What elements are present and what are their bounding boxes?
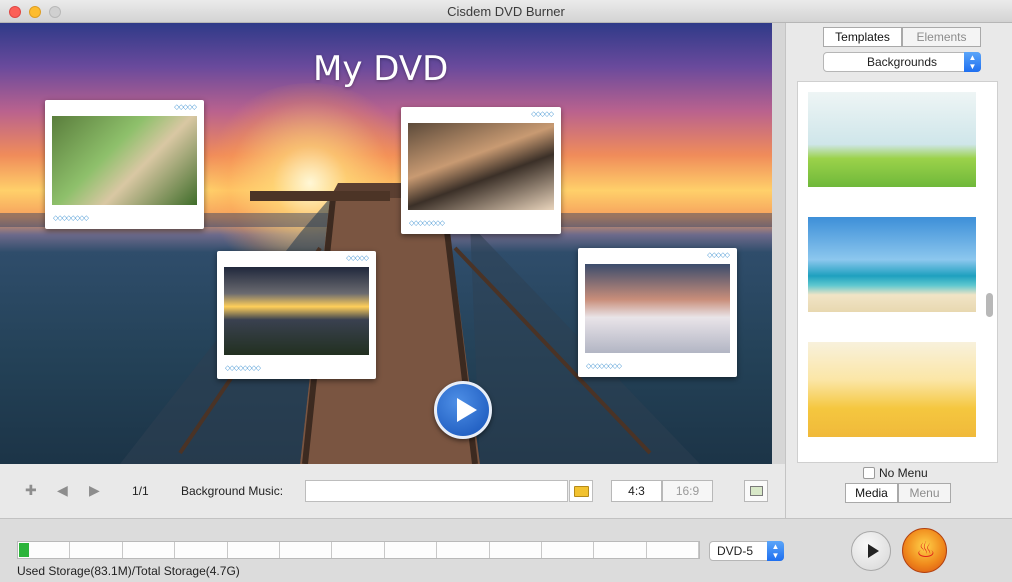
tab-elements[interactable]: Elements (902, 27, 981, 47)
browse-music-button[interactable] (569, 480, 593, 502)
frame-ornament: ◇◇◇◇◇ (174, 104, 197, 111)
frame-ornament: ◇◇◇◇◇ (346, 255, 369, 262)
right-panel: Templates Elements Backgrounds ▲ ▼ No Men… (785, 23, 1012, 518)
background-thumbnail-autumn[interactable] (808, 342, 976, 437)
title-bar: Cisdem DVD Burner (0, 0, 1012, 23)
add-media-button[interactable] (744, 480, 768, 502)
frame-caption: ◇◇◇◇◇◇◇◇ (409, 220, 445, 227)
background-music-label: Background Music: (181, 484, 284, 498)
preview-toolbar: ✚ ◀ ▶ 1/1 Background Music: 4:3 16:9 (0, 464, 785, 518)
burn-icon: ♨ (916, 537, 936, 562)
chevron-updown-icon: ▲ ▼ (964, 52, 981, 72)
bottom-bar: Used Storage(83.1M)/Total Storage(4.7G) … (0, 518, 1012, 582)
no-menu-label: No Menu (879, 466, 928, 480)
photo-frame-3[interactable]: ◇◇◇◇◇ ◇◇◇◇◇◇◇◇ (217, 251, 376, 379)
thumbnail-scrollbar[interactable] (986, 293, 993, 317)
no-menu-checkbox[interactable]: No Menu (863, 466, 928, 480)
frame-ornament: ◇◇◇◇◇ (531, 111, 554, 118)
window-title: Cisdem DVD Burner (447, 4, 565, 19)
storage-meter (17, 541, 700, 559)
page-indicator: 1/1 (132, 484, 149, 498)
menu-preview[interactable]: My DVD ◇◇◇◇◇ ◇◇◇◇◇◇◇◇ ◇◇◇◇◇ ◇◇◇◇◇◇◇◇ ◇◇◇… (0, 23, 772, 464)
storage-status: Used Storage(83.1M)/Total Storage(4.7G) (17, 564, 240, 578)
folder-icon (574, 486, 589, 497)
frame-caption: ◇◇◇◇◇◇◇◇ (225, 365, 261, 372)
arrow-right-icon[interactable]: ▶ (89, 482, 100, 499)
add-media-icon (750, 486, 763, 496)
chevron-updown-icon: ▲ ▼ (767, 541, 784, 561)
photo-frame-2[interactable]: ◇◇◇◇◇ ◇◇◇◇◇◇◇◇ (401, 107, 561, 234)
ratio-4-3-button[interactable]: 4:3 (611, 480, 662, 502)
frame-ornament: ◇◇◇◇◇ (707, 252, 730, 259)
pier-background (120, 183, 700, 464)
template-category-select[interactable]: Backgrounds ▲ ▼ (823, 52, 981, 72)
preview-play-button[interactable] (851, 531, 891, 571)
menu-title[interactable]: My DVD (313, 49, 448, 89)
arrow-left-icon[interactable]: ◀ (57, 482, 68, 499)
solar-sunset-photo (224, 267, 369, 355)
family-photo (52, 116, 197, 205)
tab-media[interactable]: Media (845, 483, 898, 503)
background-thumbnail-beach[interactable] (808, 217, 976, 312)
checkbox-icon[interactable] (863, 467, 875, 479)
frame-caption: ◇◇◇◇◇◇◇◇ (53, 215, 89, 222)
friends-photo (408, 123, 554, 210)
photo-frame-4[interactable]: ◇◇◇◇◇ ◇◇◇◇◇◇◇◇ (578, 248, 737, 377)
template-category-value: Backgrounds (866, 55, 938, 69)
burn-button[interactable]: ♨ (902, 528, 947, 573)
tab-templates[interactable]: Templates (823, 27, 902, 47)
frame-caption: ◇◇◇◇◇◇◇◇ (586, 363, 622, 370)
plus-icon[interactable]: ✚ (25, 482, 37, 499)
background-thumbnail-meadow[interactable] (808, 92, 976, 187)
ratio-16-9-button[interactable]: 16:9 (662, 480, 713, 502)
photo-frame-1[interactable]: ◇◇◇◇◇ ◇◇◇◇◇◇◇◇ (45, 100, 204, 229)
airplane-clouds-photo (585, 264, 730, 353)
disc-type-select[interactable]: DVD-5 ▲ ▼ (709, 541, 784, 561)
storage-used-fill (19, 543, 29, 557)
disc-type-value: DVD-5 (717, 544, 754, 558)
background-music-field[interactable] (305, 480, 568, 502)
play-menu-button[interactable] (434, 381, 492, 439)
tab-menu[interactable]: Menu (898, 483, 951, 503)
background-thumbnail-list[interactable] (797, 81, 998, 463)
